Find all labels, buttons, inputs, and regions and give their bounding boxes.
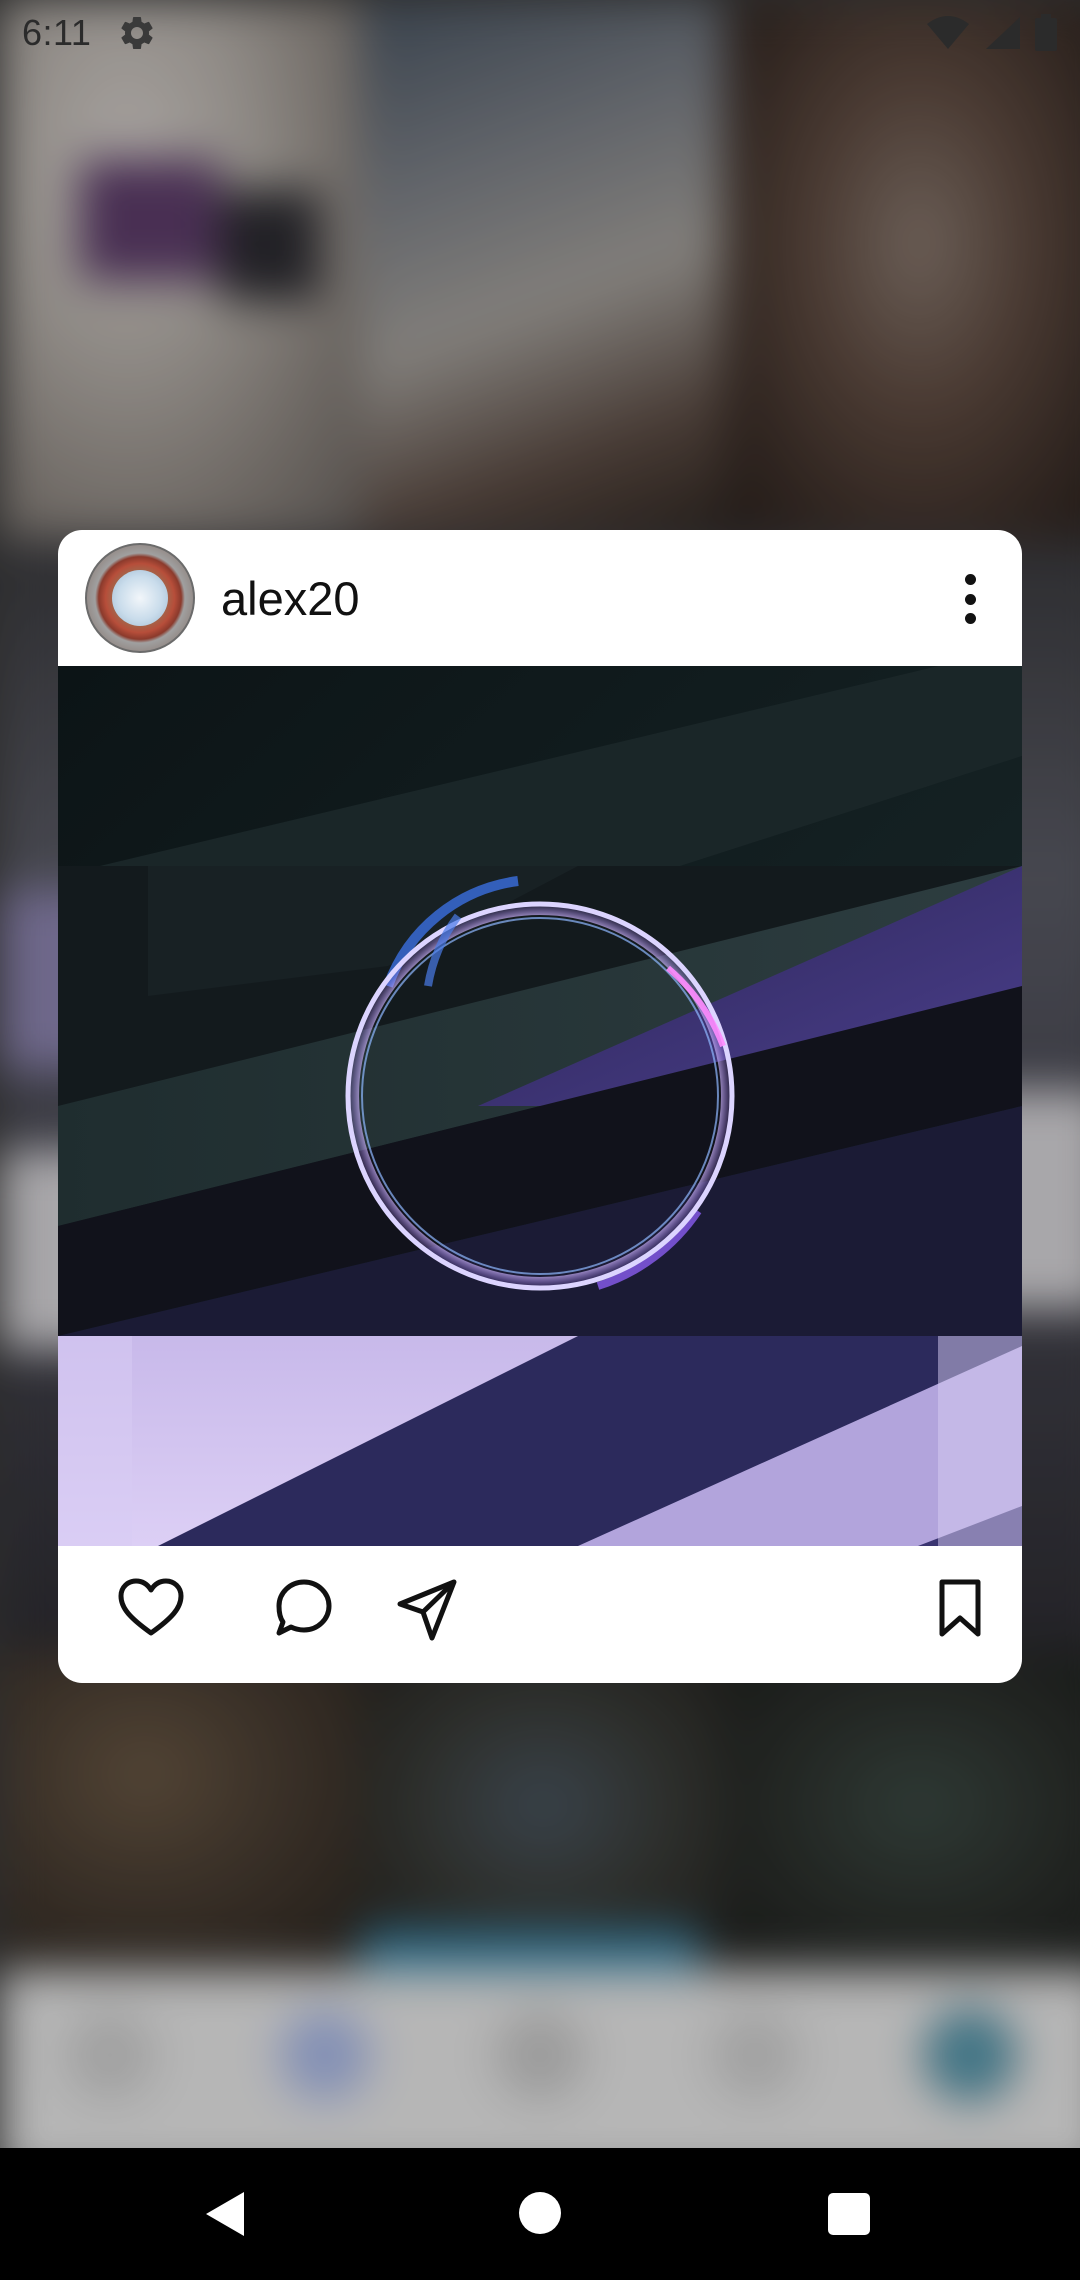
- post-preview-card[interactable]: alex20: [58, 530, 1022, 1683]
- dot: [964, 613, 976, 624]
- dot: [964, 593, 976, 605]
- post-image[interactable]: [58, 666, 1022, 1546]
- comment-icon[interactable]: [274, 1578, 334, 1638]
- avatar-image: [112, 570, 168, 626]
- heart-icon[interactable]: [118, 1578, 184, 1638]
- post-header: alex20: [58, 530, 1022, 666]
- back-button[interactable]: [204, 2190, 248, 2238]
- status-bar: 6:11: [0, 0, 1080, 66]
- username[interactable]: alex20: [221, 571, 360, 626]
- status-icons: [926, 14, 1058, 52]
- send-icon[interactable]: [396, 1578, 460, 1642]
- bookmark-icon[interactable]: [938, 1578, 982, 1638]
- status-time: 6:11: [22, 12, 92, 53]
- system-nav-bar: [0, 2148, 1080, 2280]
- dot: [964, 574, 976, 585]
- post-action-bar: [58, 1546, 1022, 1683]
- more-vertical-icon[interactable]: [958, 574, 982, 624]
- gear-icon: [121, 16, 153, 49]
- avatar[interactable]: [85, 543, 195, 653]
- home-button[interactable]: [519, 2192, 561, 2234]
- wifi-icon: [927, 16, 969, 49]
- battery-icon: [1035, 14, 1057, 51]
- recents-button[interactable]: [828, 2193, 870, 2235]
- signal-icon: [986, 17, 1020, 49]
